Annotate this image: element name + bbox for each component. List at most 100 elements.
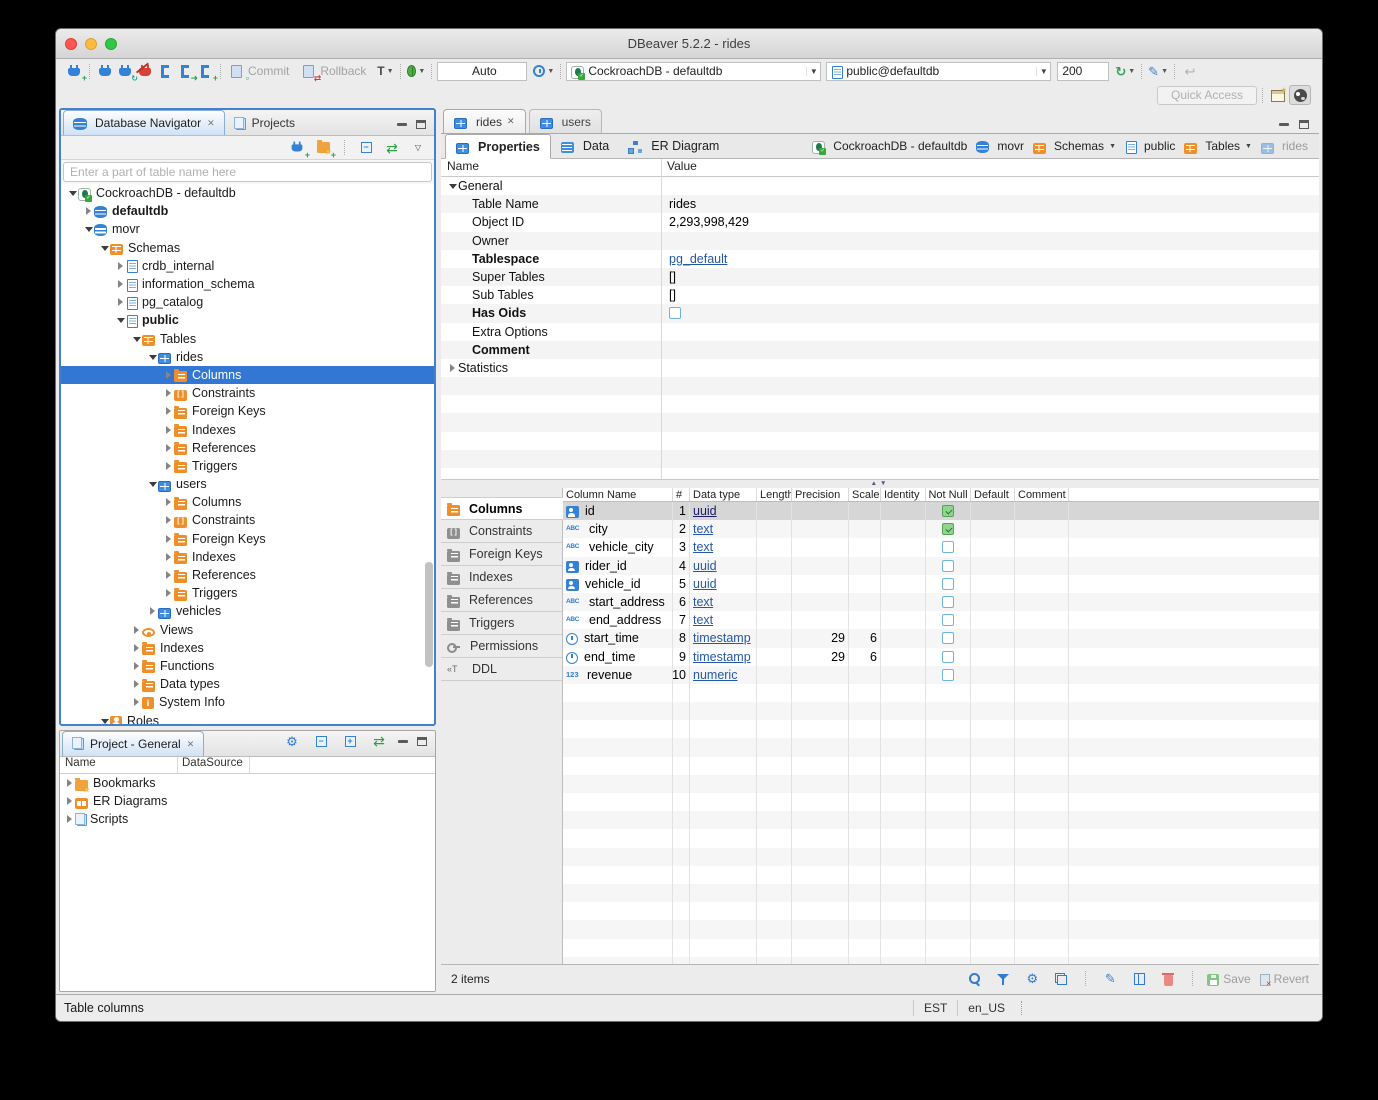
column-row-end_address[interactable]: end_address7text: [563, 611, 1319, 629]
rollback-label[interactable]: Rollback: [320, 64, 366, 78]
subtab-er-diagram[interactable]: ER Diagram: [619, 133, 729, 158]
not-null-cell[interactable]: [926, 593, 971, 611]
project-item-scripts[interactable]: Scripts: [60, 810, 435, 828]
chevron-down-icon[interactable]: ▼: [1245, 143, 1252, 150]
splitter[interactable]: ▲▼: [441, 479, 1319, 488]
not-null-cell[interactable]: [926, 575, 971, 593]
tree-item-pg-catalog[interactable]: pg_catalog: [61, 293, 434, 311]
expand-all-icon[interactable]: +: [341, 732, 359, 750]
not-null-checkbox[interactable]: [942, 669, 954, 681]
detail-tab-indexes[interactable]: Indexes: [441, 566, 562, 589]
tree-item-columns[interactable]: Columns: [61, 493, 434, 511]
detail-tab-permissions[interactable]: Permissions: [441, 635, 562, 658]
nav-new-folder-icon[interactable]: +: [314, 139, 332, 157]
detail-tab-references[interactable]: References: [441, 589, 562, 612]
data-type-link[interactable]: numeric: [693, 668, 737, 682]
tab-users[interactable]: users: [529, 109, 602, 133]
column-name-cell[interactable]: start_address: [563, 593, 673, 611]
grid-header-identity[interactable]: Identity: [881, 488, 926, 501]
expand-node-icon[interactable]: [163, 444, 174, 452]
column-row-start_address[interactable]: start_address6text: [563, 593, 1319, 611]
sql-editor-icon[interactable]: [156, 62, 174, 80]
connection-combo[interactable]: CockroachDB - defaultdb ▼: [566, 62, 821, 81]
commit-icon[interactable]: ▫: [227, 62, 245, 80]
data-type-link[interactable]: text: [693, 595, 713, 609]
tree-item-indexes[interactable]: Indexes: [61, 420, 434, 438]
maximize-view-icon[interactable]: [417, 737, 427, 746]
property-value[interactable]: pg_default: [661, 252, 727, 266]
data-type-cell[interactable]: timestamp: [690, 629, 757, 647]
column-name-cell[interactable]: vehicle_city: [563, 538, 673, 556]
view-menu-icon[interactable]: ▽: [409, 139, 427, 157]
data-type-cell[interactable]: uuid: [690, 557, 757, 575]
tree-item-constraints[interactable]: Constraints: [61, 511, 434, 529]
expand-node-icon[interactable]: [131, 680, 142, 688]
data-type-cell[interactable]: uuid: [690, 575, 757, 593]
column-row-city[interactable]: city2text: [563, 520, 1319, 538]
grid-header-length[interactable]: Length: [757, 488, 792, 501]
tree-item-movr[interactable]: movr: [61, 220, 434, 238]
tree-item-defaultdb[interactable]: defaultdb: [61, 202, 434, 220]
splitter-arrows-icon[interactable]: ▲▼: [871, 481, 890, 488]
not-null-checkbox[interactable]: [942, 523, 954, 535]
tab-rides[interactable]: rides ✕: [443, 109, 526, 133]
data-type-link[interactable]: timestamp: [693, 631, 751, 645]
not-null-cell[interactable]: [926, 502, 971, 520]
close-window-button[interactable]: [65, 38, 77, 50]
column-name-cell[interactable]: end_time: [563, 648, 673, 666]
expand-node-icon[interactable]: [131, 626, 142, 634]
gear-icon[interactable]: ⚙: [283, 732, 301, 750]
property-row-super-tables[interactable]: Super Tables[]: [441, 268, 1319, 286]
property-row-table-name[interactable]: Table Namerides: [441, 195, 1319, 213]
expand-node-icon[interactable]: [163, 389, 174, 397]
properties-col-value[interactable]: Value: [661, 159, 697, 176]
subtab-properties[interactable]: Properties: [445, 134, 551, 159]
property-value-link[interactable]: pg_default: [669, 252, 727, 266]
detail-tab-triggers[interactable]: Triggers: [441, 612, 562, 635]
tree-item-schemas[interactable]: Schemas: [61, 239, 434, 257]
expand-node-icon[interactable]: [163, 498, 174, 506]
undo-icon[interactable]: ↩: [1181, 62, 1199, 80]
not-null-checkbox[interactable]: [942, 596, 954, 608]
property-row-has-oids[interactable]: Has Oids: [441, 304, 1319, 322]
collapse-node-icon[interactable]: [147, 481, 158, 487]
breadcrumb-item-movr[interactable]: movr: [973, 138, 1027, 154]
column-name-cell[interactable]: vehicle_id: [563, 575, 673, 593]
not-null-cell[interactable]: [926, 648, 971, 666]
properties-col-name[interactable]: Name: [441, 159, 661, 176]
grid-header-data-type[interactable]: Data type: [690, 488, 757, 501]
data-type-link[interactable]: timestamp: [693, 650, 751, 664]
breadcrumb-item-cockroachdb-defaultdb[interactable]: CockroachDB - defaultdb: [809, 138, 970, 154]
tree-item-indexes[interactable]: Indexes: [61, 548, 434, 566]
tree-item-functions[interactable]: Functions: [61, 657, 434, 675]
collapse-node-icon[interactable]: [147, 354, 158, 360]
chevron-down-icon[interactable]: ▼: [1109, 143, 1116, 150]
collapse-node-icon[interactable]: [115, 317, 126, 323]
not-null-cell[interactable]: [926, 557, 971, 575]
expand-node-icon[interactable]: [64, 815, 75, 823]
tree-item-vehicles[interactable]: vehicles: [61, 602, 434, 620]
column-row-rider_id[interactable]: rider_id4uuid: [563, 557, 1319, 575]
format-icon[interactable]: ✎▼: [1148, 62, 1168, 80]
delete-icon[interactable]: [1159, 970, 1177, 988]
property-value[interactable]: []: [661, 288, 676, 302]
expand-node-icon[interactable]: [147, 607, 158, 615]
tree-item-users[interactable]: users: [61, 475, 434, 493]
not-null-cell[interactable]: [926, 538, 971, 556]
expand-node-icon[interactable]: [163, 571, 174, 579]
properties-column-divider[interactable]: [661, 159, 662, 479]
property-row-tablespace[interactable]: Tablespacepg_default: [441, 250, 1319, 268]
column-row-vehicle_city[interactable]: vehicle_city3text: [563, 538, 1319, 556]
grid-header-default[interactable]: Default: [971, 488, 1015, 501]
locale-indicator[interactable]: en_US: [957, 1000, 1015, 1016]
tab-database-navigator[interactable]: Database Navigator ✕: [63, 110, 225, 135]
tree-item-triggers[interactable]: Triggers: [61, 457, 434, 475]
transaction-log-icon[interactable]: ▼: [533, 62, 554, 80]
detail-tab-columns[interactable]: Columns: [441, 497, 563, 520]
data-type-cell[interactable]: text: [690, 611, 757, 629]
close-tab-icon[interactable]: ✕: [187, 739, 195, 750]
data-type-link[interactable]: text: [693, 540, 713, 554]
tab-project-general[interactable]: Project - General ✕: [62, 731, 204, 756]
expand-node-icon[interactable]: [163, 535, 174, 543]
refresh-icon[interactable]: ↻▼: [1115, 62, 1135, 80]
